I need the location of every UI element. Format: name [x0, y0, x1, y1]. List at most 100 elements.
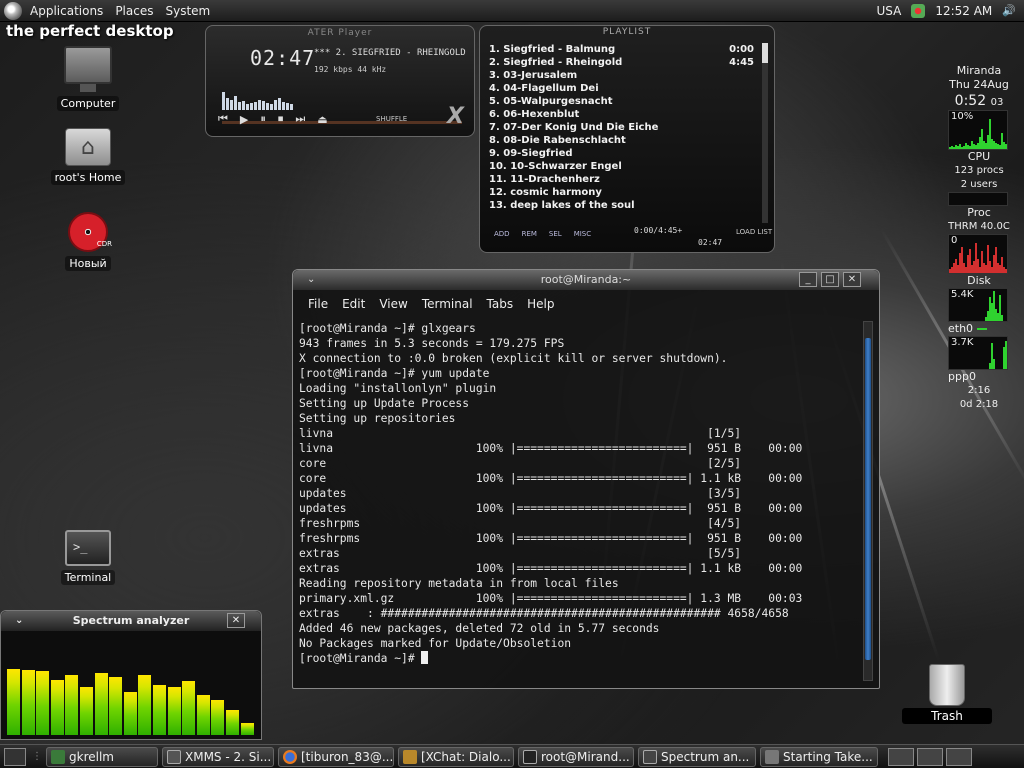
playlist-misc-button[interactable]: MISC	[574, 230, 591, 238]
playlist-track[interactable]: 10. 10-Schwarzer Engel	[489, 160, 754, 173]
load-list-button[interactable]: LOAD LIST	[736, 228, 772, 236]
eth0-label[interactable]: eth0	[948, 322, 1010, 336]
shuffle-button[interactable]: SHUFFLE	[376, 115, 407, 123]
task-gkrellm[interactable]: gkrellm	[46, 746, 158, 767]
terminal-scrollbar[interactable]	[863, 321, 873, 681]
play-icon[interactable]: ▶	[240, 113, 248, 126]
home-label: root's Home	[50, 170, 126, 185]
proc-chart[interactable]	[948, 192, 1008, 206]
gnome-foot-icon[interactable]	[4, 1, 22, 20]
playlist-track[interactable]: 4. 04-Flagellum Dei	[489, 82, 754, 95]
firefox-icon	[283, 749, 297, 764]
computer-desktop-icon[interactable]: Computer	[40, 46, 136, 111]
task-screenshot[interactable]: Starting Take...	[760, 746, 878, 767]
playlist-track[interactable]: 7. 07-Der Konig Und Die Eiche	[489, 121, 754, 134]
keyboard-layout-indicator[interactable]: USA	[876, 4, 901, 18]
menu-help[interactable]: Help	[527, 297, 554, 311]
update-notifier-icon[interactable]	[911, 3, 926, 18]
activity-bar	[1007, 145, 1008, 149]
playlist-track[interactable]: 9. 09-Siegfried	[489, 147, 754, 160]
terminal-label: Terminal	[60, 570, 116, 585]
playlist-remove-button[interactable]: REM	[522, 230, 537, 238]
cpu-chart[interactable]: 10%	[948, 110, 1008, 150]
terminal-titlebar[interactable]: ⌄ root@Miranda:~ _ □ ✕	[293, 270, 879, 290]
spectrum-bar	[211, 700, 225, 735]
proc-label[interactable]: Proc	[948, 206, 1010, 220]
menu-view[interactable]: View	[379, 297, 407, 311]
workspace-1[interactable]	[888, 747, 914, 766]
workspace-3[interactable]	[946, 747, 972, 766]
playlist-track[interactable]: 13. deep lakes of the soul	[489, 199, 754, 212]
cdr-desktop-icon[interactable]: CDR Новый	[40, 212, 136, 271]
playlist-select-button[interactable]: SEL	[549, 230, 562, 238]
disk-label[interactable]: Disk	[948, 274, 1010, 288]
playlist-tracks: 1. Siegfried - Balmung 0:00 2. Siegfried …	[489, 43, 754, 212]
terminal-window[interactable]: ⌄ root@Miranda:~ _ □ ✕ File Edit View Te…	[292, 269, 880, 689]
xmms-player-window[interactable]: ATER Player 02:47 *** 2. SIEGFRIED - RHE…	[205, 25, 475, 137]
xmms-visualizer[interactable]	[222, 66, 308, 110]
show-desktop-button[interactable]	[4, 747, 26, 766]
playlist-track[interactable]: 2. Siegfried - Rheingold 4:45	[489, 56, 754, 69]
workspace-2[interactable]	[917, 747, 943, 766]
activity-bar	[1001, 315, 1003, 321]
playlist-add-button[interactable]: ADD	[494, 230, 510, 238]
computer-icon	[64, 46, 112, 92]
task-spectrum[interactable]: Spectrum an...	[638, 746, 756, 767]
playlist-track[interactable]: 1. Siegfried - Balmung 0:00	[489, 43, 754, 56]
trash-desktop-icon[interactable]: Trash	[902, 664, 992, 724]
window-menu-icon[interactable]: ⌄	[307, 270, 315, 290]
close-icon[interactable]: ✕	[227, 613, 245, 628]
task-terminal[interactable]: root@Mirand...	[518, 746, 634, 767]
spectrum-bar	[94, 673, 108, 735]
home-desktop-icon[interactable]: root's Home	[40, 128, 136, 185]
clock[interactable]: 12:52 AM	[935, 4, 992, 18]
menu-terminal[interactable]: Terminal	[422, 297, 473, 311]
gkrellm-monitor[interactable]: Miranda Thu 24Aug 0:52 03 10% CPU 123 pr…	[948, 64, 1010, 484]
playlist-track[interactable]: 12. cosmic harmony	[489, 186, 754, 199]
task-firefox[interactable]: [tiburon_83@...	[278, 746, 394, 767]
window-menu-icon[interactable]: ⌄	[15, 611, 23, 631]
menu-tabs[interactable]: Tabs	[487, 297, 514, 311]
playlist-scrollbar[interactable]	[762, 43, 768, 223]
playlist-track[interactable]: 5. 05-Walpurgesnacht	[489, 95, 754, 108]
spectrum-analyzer-window[interactable]: ⌄ Spectrum analyzer ✕	[0, 610, 262, 740]
activity-bar	[1007, 361, 1008, 369]
thermal-readout: THRM 40.0C	[948, 221, 1010, 232]
system-menu[interactable]: System	[165, 4, 210, 18]
spectrum-bar	[153, 685, 166, 735]
cpu-label[interactable]: CPU	[948, 150, 1010, 164]
previous-icon[interactable]: ⏮	[218, 112, 228, 126]
ppp0-label[interactable]: ppp0	[948, 370, 1010, 384]
close-icon[interactable]: ✕	[843, 272, 861, 287]
thermal-chart[interactable]: 0	[948, 234, 1008, 274]
next-icon[interactable]: ⏭	[295, 112, 305, 126]
playlist-track[interactable]: 11. 11-Drachenherz	[489, 173, 754, 186]
eject-icon[interactable]: ⏏	[317, 113, 327, 126]
terminal-prompt: [root@Miranda ~]#	[299, 652, 422, 665]
volume-icon[interactable]: 🔊	[1002, 4, 1016, 17]
task-xmms[interactable]: XMMS - 2. Si...	[162, 746, 274, 767]
user-count: 2 users	[960, 179, 998, 190]
playlist-track[interactable]: 3. 03-Jerusalem	[489, 69, 754, 82]
applications-menu[interactable]: Applications	[30, 4, 103, 18]
pause-icon[interactable]: ⏸	[260, 112, 266, 126]
spectrum-bar	[109, 677, 123, 735]
terminal-desktop-icon[interactable]: >_ Terminal	[40, 530, 136, 585]
spectrum-bar	[36, 671, 50, 735]
spectrum-titlebar[interactable]: ⌄ Spectrum analyzer ✕	[1, 611, 261, 631]
task-xchat[interactable]: [XChat: Dialo...	[398, 746, 514, 767]
minimize-icon[interactable]: _	[799, 272, 817, 287]
menu-edit[interactable]: Edit	[342, 297, 365, 311]
places-menu[interactable]: Places	[115, 4, 153, 18]
terminal-output[interactable]: [root@Miranda ~]# glxgears 943 frames in…	[299, 321, 855, 683]
menu-file[interactable]: File	[308, 297, 328, 311]
playlist-track[interactable]: 6. 06-Hexenblut	[489, 108, 754, 121]
playlist-track[interactable]: 8. 08-Die Rabenschlacht	[489, 134, 754, 147]
maximize-icon[interactable]: □	[821, 272, 839, 287]
xmms-bitrate: 192 kbps 44 kHz	[314, 65, 387, 74]
eth0-chart[interactable]: 3.7K	[948, 336, 1008, 370]
playlist-window[interactable]: PLAYLIST 1. Siegfried - Balmung 0:00 2. S…	[479, 25, 775, 253]
home-folder-icon	[65, 128, 111, 166]
disk-chart[interactable]: 5.4K	[948, 288, 1008, 322]
stop-icon[interactable]: ⏹	[278, 112, 284, 126]
